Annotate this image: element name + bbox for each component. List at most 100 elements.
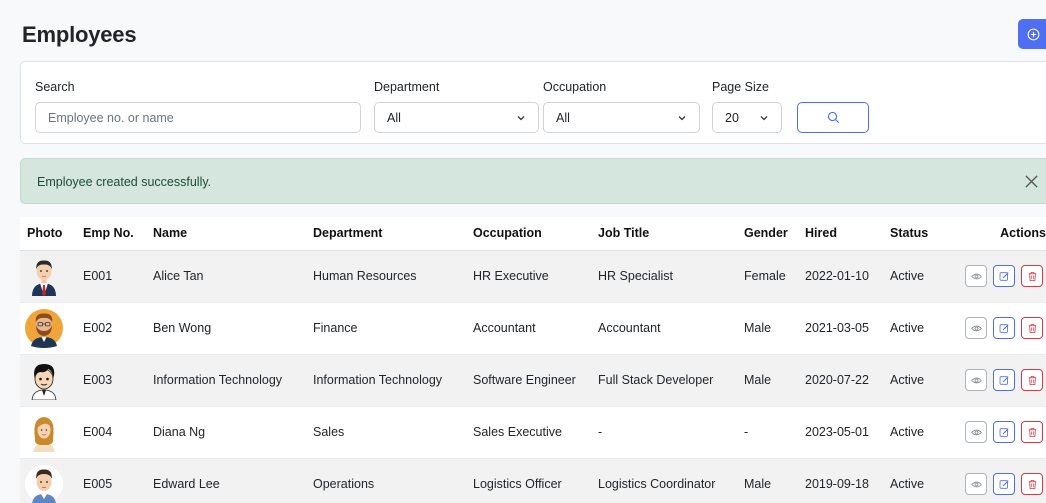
name-cell: Alice Tan (146, 250, 306, 303)
status-cell: Active (883, 302, 945, 355)
view-button[interactable] (965, 473, 987, 495)
status-cell: Active (883, 458, 945, 503)
gender-cell: Male (737, 302, 798, 355)
job-title-cell: - (591, 406, 737, 459)
actions-cell (945, 354, 1046, 407)
view-button[interactable] (965, 265, 987, 287)
search-label: Search (35, 80, 75, 94)
job-title-cell: Logistics Coordinator (591, 458, 737, 503)
name-cell: Edward Lee (146, 458, 306, 503)
name-cell: Diana Ng (146, 406, 306, 459)
table-row: E003 Information Technology Information … (20, 354, 1046, 407)
column-header-hired[interactable]: Hired (798, 217, 883, 251)
department-cell: Operations (306, 458, 466, 503)
job-title-cell: HR Specialist (591, 250, 737, 303)
view-button[interactable] (965, 317, 987, 339)
department-cell: Finance (306, 302, 466, 355)
delete-button[interactable] (1021, 473, 1043, 495)
man-suit-avatar-icon (32, 260, 56, 296)
department-cell: Sales (306, 406, 466, 459)
delete-button[interactable] (1021, 369, 1043, 391)
edit-button[interactable] (993, 265, 1015, 287)
search-icon (827, 111, 839, 124)
page-size-select[interactable]: 20 (712, 102, 782, 133)
column-header-name[interactable]: Name (146, 217, 306, 251)
photo-cell (20, 406, 76, 459)
delete-button[interactable] (1021, 421, 1043, 443)
trash-icon (1028, 479, 1036, 489)
search-button[interactable] (797, 102, 869, 133)
occupation-value: All (556, 110, 570, 125)
column-header-job-title[interactable]: Job Title (591, 217, 737, 251)
column-header-emp-no[interactable]: Emp No. (76, 217, 146, 251)
gender-cell: Male (737, 458, 798, 503)
department-select[interactable]: All (374, 102, 539, 133)
man-shirt-avatar-icon (25, 465, 63, 503)
photo-cell (20, 458, 76, 503)
status-cell: Active (883, 406, 945, 459)
page-size-label: Page Size (712, 80, 769, 94)
table-header-row: Photo Emp No. Name Department Occupation… (20, 217, 1046, 251)
search-input[interactable]: Employee no. or name (35, 102, 361, 133)
page-size-value: 20 (725, 110, 739, 125)
column-header-gender[interactable]: Gender (737, 217, 798, 251)
edit-icon (999, 427, 1009, 437)
emp-no-cell: E001 (76, 250, 146, 303)
gender-cell: - (737, 406, 798, 459)
plus-circle-icon (1027, 28, 1040, 40)
occupation-cell: Software Engineer (466, 354, 591, 407)
hired-cell: 2022-01-10 (798, 250, 883, 303)
table-row: E002 Ben Wong Finance Accountant Account… (20, 302, 1046, 355)
edit-button[interactable] (993, 317, 1015, 339)
actions-cell (945, 250, 1046, 303)
department-cell: Human Resources (306, 250, 466, 303)
column-header-occupation[interactable]: Occupation (466, 217, 591, 251)
job-title-cell: Full Stack Developer (591, 354, 737, 407)
close-icon[interactable] (1024, 174, 1039, 189)
occupation-select[interactable]: All (543, 102, 700, 133)
hired-cell: 2019-09-18 (798, 458, 883, 503)
employees-table-container: Photo Emp No. Name Department Occupation… (20, 217, 1046, 503)
occupation-cell: Logistics Officer (466, 458, 591, 503)
dark-hair-man-avatar-icon (31, 364, 57, 400)
woman-avatar-icon (33, 417, 55, 452)
hired-cell: 2020-07-22 (798, 354, 883, 407)
chevron-down-icon (760, 116, 768, 121)
actions-cell (945, 406, 1046, 459)
eye-icon (970, 429, 982, 435)
edit-button[interactable] (993, 421, 1015, 443)
edit-icon (999, 323, 1009, 333)
eye-icon (970, 481, 982, 487)
status-cell: Active (883, 250, 945, 303)
success-alert: Employee created successfully. (20, 158, 1046, 204)
edit-button[interactable] (993, 473, 1015, 495)
employees-page: Employees Search Employee no. or name De… (0, 0, 1046, 503)
delete-button[interactable] (1021, 317, 1043, 339)
employees-table: Photo Emp No. Name Department Occupation… (20, 217, 1046, 503)
photo-cell (20, 302, 76, 355)
department-cell: Information Technology (306, 354, 466, 407)
column-header-photo[interactable]: Photo (20, 217, 76, 251)
bearded-man-avatar-icon (25, 309, 63, 348)
emp-no-cell: E003 (76, 354, 146, 407)
emp-no-cell: E002 (76, 302, 146, 355)
gender-cell: Female (737, 250, 798, 303)
occupation-cell: Sales Executive (466, 406, 591, 459)
view-button[interactable] (965, 421, 987, 443)
filter-card: Search Employee no. or name Department A… (20, 61, 1046, 144)
trash-icon (1028, 375, 1036, 385)
delete-button[interactable] (1021, 265, 1043, 287)
view-button[interactable] (965, 369, 987, 391)
column-header-department[interactable]: Department (306, 217, 466, 251)
photo-cell (20, 354, 76, 407)
eye-icon (970, 273, 982, 279)
emp-no-cell: E005 (76, 458, 146, 503)
department-label: Department (374, 80, 440, 94)
eye-icon (970, 377, 982, 383)
edit-button[interactable] (993, 369, 1015, 391)
occupation-cell: HR Executive (466, 250, 591, 303)
column-header-status[interactable]: Status (883, 217, 945, 251)
add-employee-button[interactable] (1018, 19, 1046, 49)
chevron-down-icon (517, 116, 525, 121)
trash-icon (1028, 271, 1036, 281)
